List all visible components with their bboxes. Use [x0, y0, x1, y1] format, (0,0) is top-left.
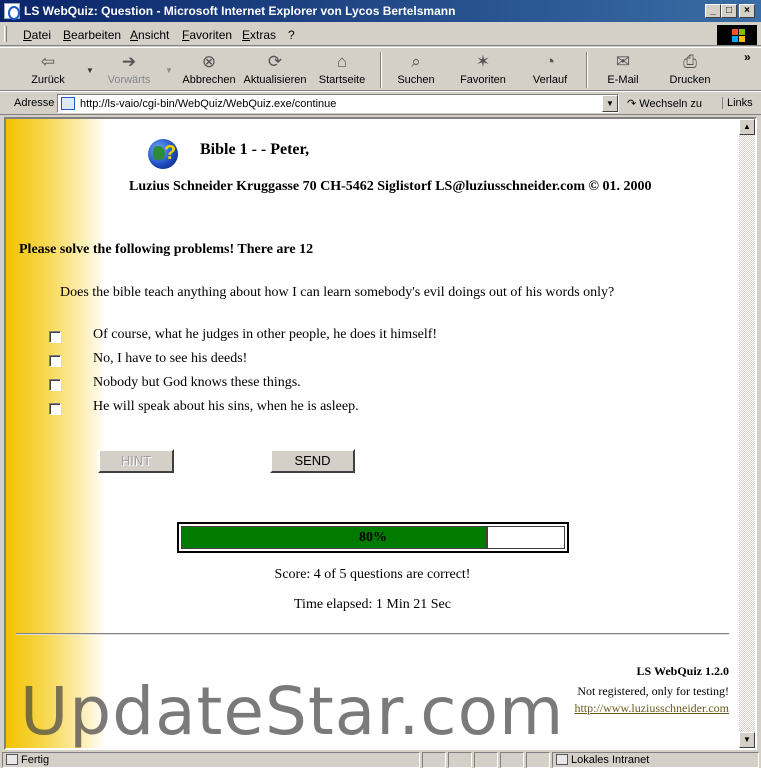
- quiz-page: Bible 1 - - Peter, Luzius Schneider Krug…: [6, 119, 739, 748]
- menu-bearbeiten[interactable]: Bearbeiten: [63, 28, 121, 42]
- address-url[interactable]: http://ls-vaio/cgi-bin/WebQuiz/WebQuiz.e…: [80, 98, 336, 110]
- favorites-icon: ✶: [475, 52, 491, 71]
- forward-button[interactable]: ➔ Vorwärts: [100, 50, 158, 90]
- back-button[interactable]: ⇦ Zurück: [22, 50, 74, 90]
- go-arrow-icon: ↷: [627, 98, 637, 110]
- windows-logo-icon: [717, 25, 757, 45]
- links-button[interactable]: Links: [722, 97, 753, 109]
- horizontal-divider: [16, 633, 729, 635]
- maximize-button[interactable]: □: [721, 4, 737, 18]
- status-panel: [500, 752, 524, 768]
- score-progress-bar: 80%: [177, 522, 569, 553]
- menu-grip[interactable]: [4, 26, 7, 42]
- stop-icon: ⊗: [201, 52, 217, 71]
- elapsed-time-text: Time elapsed: 1 Min 21 Sec: [294, 597, 451, 612]
- status-panel: [474, 752, 498, 768]
- status-panel: [526, 752, 550, 768]
- toolbar-separator: [586, 52, 588, 88]
- status-bar: Fertig Lokales Intranet: [0, 750, 761, 768]
- progress-label: 80%: [359, 530, 387, 545]
- forward-arrow-icon: ➔: [121, 52, 137, 71]
- menu-bar: Datei Bearbeiten Ansicht Favoriten Extra…: [0, 22, 761, 46]
- intranet-zone-icon: [556, 754, 568, 765]
- menu-help[interactable]: ?: [288, 28, 295, 42]
- browser-viewport: Bible 1 - - Peter, Luzius Schneider Krug…: [4, 117, 757, 750]
- quiz-title: Bible 1 - - Peter,: [200, 141, 310, 158]
- address-input[interactable]: http://ls-vaio/cgi-bin/WebQuiz/WebQuiz.e…: [57, 94, 619, 113]
- refresh-icon: ⟳: [267, 52, 283, 71]
- home-button[interactable]: ⌂ Startseite: [314, 50, 370, 90]
- answer-label: Nobody but God knows these things.: [93, 375, 301, 390]
- updatestar-watermark: UpdateStar.com: [20, 673, 565, 750]
- globe-question-icon: [148, 139, 178, 169]
- hint-button[interactable]: HINT: [98, 449, 174, 473]
- vertical-scrollbar[interactable]: ▲ ▼: [739, 119, 755, 748]
- score-text: Score: 4 of 5 questions are correct!: [274, 567, 471, 582]
- print-button[interactable]: ⎙ Drucken: [664, 50, 716, 90]
- send-button[interactable]: SEND: [270, 449, 355, 473]
- menu-datei[interactable]: Datei: [23, 28, 51, 42]
- footer-website-link[interactable]: http://www.luziusschneider.com: [574, 701, 729, 716]
- zone-panel: Lokales Intranet: [552, 752, 759, 768]
- back-arrow-icon: ⇦: [40, 52, 56, 71]
- stop-button[interactable]: ⊗ Abbrechen: [178, 50, 240, 90]
- go-button[interactable]: ↷ Wechseln zu: [627, 97, 702, 110]
- mail-button[interactable]: ✉ E-Mail: [598, 50, 648, 90]
- author-line: Luzius Schneider Kruggasse 70 CH-5462 Si…: [129, 179, 652, 194]
- answer-label: He will speak about his sins, when he is…: [93, 399, 359, 414]
- window-title: LS WebQuiz: Question - Microsoft Interne…: [24, 4, 456, 18]
- menu-extras[interactable]: Extras: [242, 28, 276, 42]
- status-panel: [448, 752, 472, 768]
- menu-ansicht[interactable]: Ansicht: [130, 28, 169, 42]
- history-button[interactable]: ◔ Verlauf: [527, 50, 573, 90]
- scroll-up-arrow-icon[interactable]: ▲: [739, 119, 755, 135]
- page-icon: [61, 97, 75, 110]
- close-button[interactable]: ×: [739, 4, 755, 18]
- mail-icon: ✉: [615, 52, 631, 71]
- title-bar: LS WebQuiz: Question - Microsoft Interne…: [0, 0, 761, 22]
- standard-toolbar: ⇦ Zurück ▼ ➔ Vorwärts ▼ ⊗ Abbrechen ⟳ Ak…: [0, 47, 761, 91]
- history-icon: ◔: [544, 52, 556, 71]
- search-icon: ⌕: [411, 52, 421, 71]
- answer-checkbox[interactable]: [49, 331, 61, 343]
- refresh-button[interactable]: ⟳ Aktualisieren: [242, 50, 308, 90]
- home-icon: ⌂: [336, 52, 348, 71]
- answer-label: Of course, what he judges in other peopl…: [93, 327, 438, 342]
- toolbar-overflow-chevron-icon[interactable]: »: [744, 50, 751, 64]
- forward-dropdown[interactable]: ▼: [165, 66, 173, 75]
- print-icon: ⎙: [683, 52, 697, 71]
- back-dropdown[interactable]: ▼: [86, 66, 94, 75]
- favorites-button[interactable]: ✶ Favoriten: [455, 50, 511, 90]
- status-text-panel: Fertig: [2, 752, 420, 768]
- instruction-text: Please solve the following problems! The…: [19, 242, 314, 257]
- answer-checkbox[interactable]: [49, 403, 61, 415]
- address-bar: Adresse http://ls-vaio/cgi-bin/WebQuiz/W…: [0, 91, 761, 115]
- question-text: Does the bible teach anything about how …: [60, 285, 615, 300]
- footer-product-name: LS WebQuiz 1.2.0: [636, 664, 729, 678]
- address-label: Adresse: [14, 97, 55, 109]
- footer-registration-note: Not registered, only for testing!: [577, 684, 729, 698]
- ie-app-icon[interactable]: [4, 3, 20, 20]
- menu-favoriten[interactable]: Favoriten: [182, 28, 232, 42]
- scroll-down-arrow-icon[interactable]: ▼: [739, 732, 755, 748]
- address-dropdown-chevron-down-icon[interactable]: ▼: [602, 95, 618, 112]
- toolbar-separator: [380, 52, 382, 88]
- page-done-icon: [6, 754, 18, 765]
- search-button[interactable]: ⌕ Suchen: [391, 50, 441, 90]
- answer-checkbox[interactable]: [49, 355, 61, 367]
- answer-label: No, I have to see his deeds!: [93, 351, 248, 366]
- minimize-button[interactable]: _: [705, 4, 721, 18]
- answer-checkbox[interactable]: [49, 379, 61, 391]
- status-panel: [422, 752, 446, 768]
